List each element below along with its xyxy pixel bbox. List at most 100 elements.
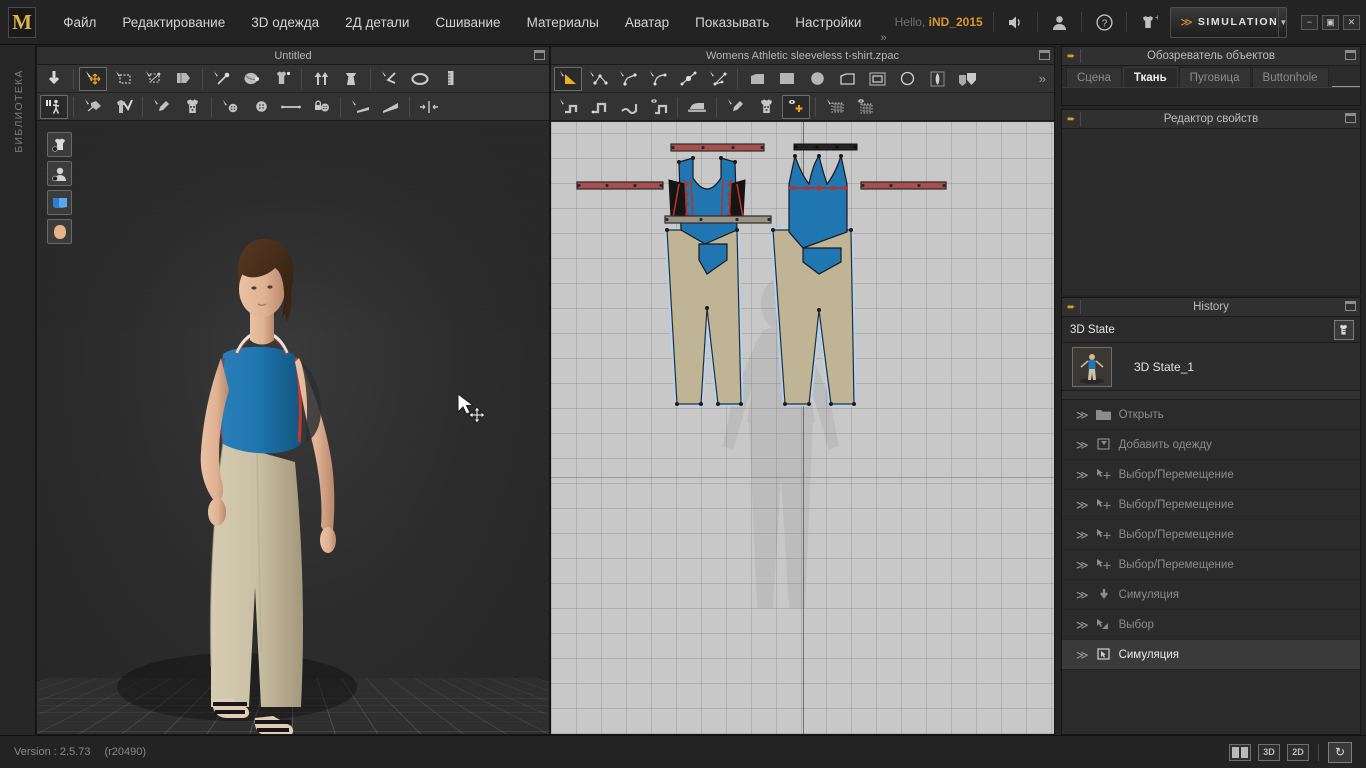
simulation-mode-selector[interactable]: ≫ SIMULATION ▼ [1170,6,1287,38]
garment-check-icon[interactable] [109,95,137,119]
pin-icon[interactable]: ➨ [1067,51,1075,62]
tab-button[interactable]: Пуговица [1178,67,1251,87]
menu-settings[interactable]: Настройки [782,9,874,36]
pick-garment-icon[interactable] [79,95,107,119]
dart-icon[interactable] [923,67,951,91]
ring-circle-icon[interactable] [406,67,434,91]
library-rail[interactable]: БИБЛИОТЕКА [0,45,36,735]
user-account-icon[interactable] [1048,9,1071,35]
minimize-button[interactable]: − [1301,14,1319,30]
rectangle-outline-icon[interactable] [863,67,891,91]
chevron-down-icon[interactable]: ▼ [1278,7,1287,37]
history-item-select-move-4[interactable]: ≫ Выбор/Перемещение [1062,550,1360,580]
app-logo[interactable]: M [8,6,37,38]
history-item-select-move-3[interactable]: ≫ Выбор/Перемещение [1062,520,1360,550]
chevron-double-down-icon[interactable]: ≫ [1076,498,1088,512]
tab-fabric[interactable]: Ткань [1122,67,1178,87]
polygon-select-icon[interactable] [554,66,582,91]
float-window-icon[interactable] [1345,113,1356,123]
sphere-pin-icon[interactable] [238,67,266,91]
toolbar-overflow-icon[interactable]: » [1039,71,1052,86]
texture-shirt-icon[interactable] [178,95,206,119]
float-window-icon[interactable] [1345,301,1356,311]
sync-down-icon[interactable] [40,67,68,91]
avatar-visibility-icon[interactable] [47,161,72,186]
pin-tack-icon[interactable] [208,67,236,91]
edit-point-icon[interactable] [584,67,612,91]
refresh-button[interactable]: ↻ [1328,741,1352,763]
lock-button-icon[interactable] [307,95,335,119]
float-window-icon[interactable] [1345,50,1356,60]
circle-outline-icon[interactable] [893,67,921,91]
paint-brush-2d-icon[interactable] [722,95,750,119]
tab-buttonhole[interactable]: Buttonhole [1251,67,1329,87]
menu-2d-pattern[interactable]: 2Д детали [332,9,422,36]
transform-move-icon[interactable] [79,66,107,91]
polygon-draw-icon[interactable] [743,67,771,91]
menu-overflow-icon[interactable]: » [880,32,886,44]
chevron-double-down-icon[interactable]: ≫ [1076,558,1088,572]
select-mesh-icon[interactable] [139,67,167,91]
menu-display[interactable]: Показывать [682,9,782,36]
sew-segment-icon[interactable] [554,95,582,119]
pin-icon[interactable]: ➨ [1067,114,1075,125]
view-2d-button[interactable]: 2D [1287,743,1309,761]
flatten-icon[interactable] [376,95,404,119]
view-3d-button[interactable]: 3D [1258,743,1280,761]
button-place-icon[interactable] [217,95,245,119]
sew-curve-icon[interactable] [614,95,642,119]
chevron-double-down-icon[interactable]: ≫ [1076,588,1088,602]
polygon-outline-icon[interactable] [833,67,861,91]
circle-fill-icon[interactable] [803,67,831,91]
history-item-simulation-2[interactable]: ≫ Симуляция [1062,640,1360,670]
menu-3d-garment[interactable]: 3D одежда [238,9,332,36]
chevron-double-down-icon[interactable]: ≫ [1076,438,1088,452]
fold-shape-icon[interactable] [953,67,981,91]
library-book-icon[interactable] [47,190,72,215]
curve-edit-icon[interactable] [644,67,672,91]
fold-angle-icon[interactable] [376,67,404,91]
property-editor-content[interactable] [1062,129,1360,295]
chevron-double-down-icon[interactable]: ≫ [1076,618,1088,632]
history-item-simulation-1[interactable]: ≫ Симуляция [1062,580,1360,610]
chevron-double-down-icon[interactable]: ≫ [1076,468,1088,482]
object-browser-content[interactable] [1062,87,1360,105]
show-move-icon[interactable] [782,94,810,119]
button-icon[interactable] [247,95,275,119]
texture-shirt-2d-icon[interactable] [752,95,780,119]
ruler-icon[interactable] [436,67,464,91]
mesh-select-icon[interactable] [821,95,849,119]
rectangle-draw-icon[interactable] [773,67,801,91]
arrange-dress-icon[interactable] [337,67,365,91]
tab-scene[interactable]: Сцена [1066,67,1122,87]
garment-pin-icon[interactable] [268,67,296,91]
split-view-button[interactable] [1229,743,1251,761]
viewport-3d-canvas[interactable] [37,122,549,734]
history-item-add-garment[interactable]: ≫ Добавить одежду [1062,430,1360,460]
gather-tool-icon[interactable] [415,95,443,119]
sew-preview-icon[interactable] [644,95,672,119]
help-icon[interactable]: ? [1092,9,1115,35]
curve-point-icon[interactable] [614,67,642,91]
garment-visibility-icon[interactable] [47,132,72,157]
menu-edit[interactable]: Редактирование [109,9,238,36]
avatar-pose-icon[interactable] [40,94,68,119]
float-window-icon[interactable] [1039,50,1050,60]
flatten-select-icon[interactable] [346,95,374,119]
segment-split-icon[interactable] [704,67,732,91]
menu-materials[interactable]: Материалы [514,9,612,36]
add-point-icon[interactable] [674,67,702,91]
history-item-open[interactable]: ≫ Открыть [1062,400,1360,430]
restore-button[interactable]: ▣ [1322,14,1340,30]
face-head-icon[interactable] [47,219,72,244]
save-state-icon[interactable] [1334,320,1354,340]
chevron-double-down-icon[interactable]: ≫ [1076,648,1088,662]
history-state-row[interactable]: 3D State_1 [1062,343,1360,391]
mesh-preview-icon[interactable] [851,95,879,119]
add-garment-icon[interactable]: + [1137,9,1160,35]
close-button[interactable]: ✕ [1343,14,1361,30]
float-window-icon[interactable] [534,50,545,60]
chevron-double-down-icon[interactable]: ≫ [1076,408,1088,422]
sound-icon[interactable] [1004,9,1027,35]
paint-brush-icon[interactable] [148,95,176,119]
